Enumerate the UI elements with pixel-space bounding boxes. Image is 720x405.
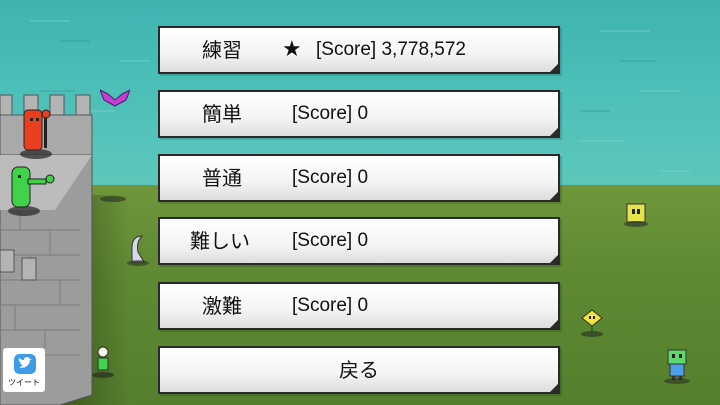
white-sprout-sprite	[92, 346, 114, 378]
star-icon: ★	[282, 37, 302, 62]
purple-bat-sprite	[100, 89, 130, 107]
ground-shadow	[100, 196, 126, 202]
yellow-flower-sprite	[581, 309, 603, 337]
corner-fold	[548, 318, 560, 330]
corner-fold	[548, 126, 560, 138]
tweet-button[interactable]: ツイート	[2, 347, 46, 393]
normal-mode-button[interactable]: 普通 [Score] 0	[158, 154, 560, 202]
twitter-bird-icon	[14, 354, 36, 374]
easy-score: [Score] 0	[292, 103, 369, 124]
extreme-label: 激難	[202, 294, 242, 318]
corner-fold	[548, 382, 560, 394]
corner-fold	[548, 190, 560, 202]
corner-fold	[548, 253, 560, 265]
practice-score: [Score] 3,778,572	[316, 39, 466, 60]
green-head-creature-sprite	[664, 349, 690, 384]
hard-label: 難しい	[190, 229, 250, 253]
practice-mode-button[interactable]: 練習 ★ [Score] 3,778,572	[158, 26, 560, 74]
corner-fold	[548, 62, 560, 74]
back-label: 戻る	[339, 358, 379, 382]
normal-score: [Score] 0	[292, 167, 369, 188]
green-archer-sprite	[8, 166, 55, 216]
red-wizard-sprite	[20, 109, 52, 159]
grey-ghost-sprite	[127, 235, 149, 266]
yellow-block-sprite	[624, 203, 648, 227]
extreme-score: [Score] 0	[292, 295, 369, 316]
normal-label: 普通	[202, 166, 242, 190]
easy-label: 簡単	[202, 102, 242, 126]
tweet-label: ツイート	[8, 378, 40, 387]
practice-label: 練習	[202, 38, 242, 62]
easy-mode-button[interactable]: 簡単 [Score] 0	[158, 90, 560, 138]
hard-score: [Score] 0	[292, 230, 369, 251]
extreme-mode-button[interactable]: 激難 [Score] 0	[158, 282, 560, 330]
hard-mode-button[interactable]: 難しい [Score] 0	[158, 217, 560, 265]
back-button[interactable]: 戻る	[158, 346, 560, 394]
